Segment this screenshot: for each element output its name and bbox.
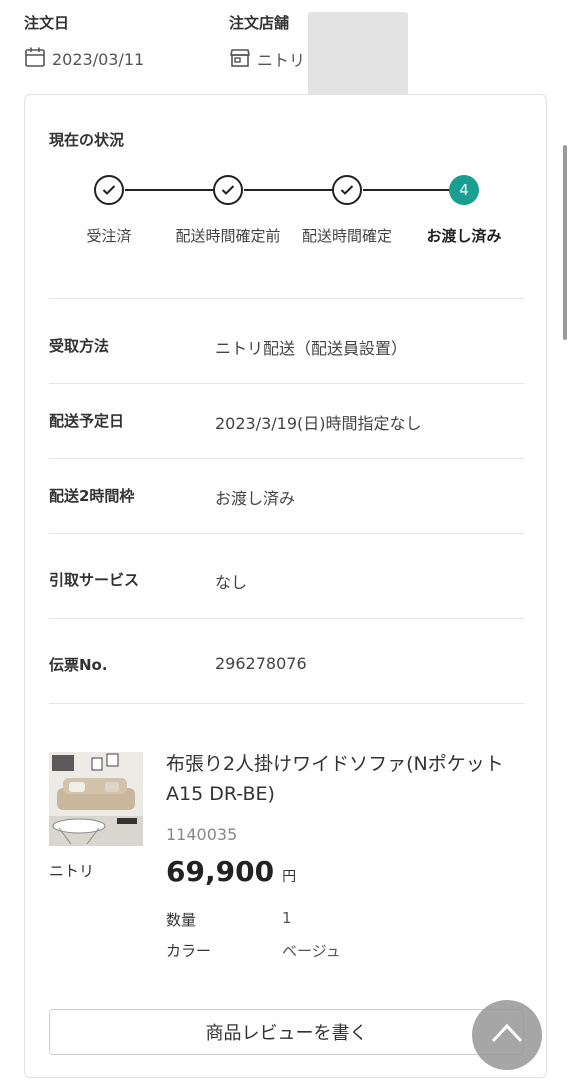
order-date-value: 2023/03/11 [52, 49, 145, 69]
status-stepper: 4 受注済 配送時間確定前 配送時間確定 お渡し済み [25, 173, 548, 273]
receive-method-value: ニトリ配送（配送員設置） [215, 339, 408, 358]
chevron-up-icon [490, 1022, 524, 1048]
divider [49, 533, 524, 534]
order-date: 2023/03/11 [24, 46, 144, 72]
delivery-window-value: お渡し済み [215, 489, 296, 508]
product-code: 1140035 [166, 825, 238, 844]
divider [49, 618, 524, 619]
order-store: ニトリ [229, 46, 305, 72]
pickup-service-label: 引取サービス [49, 571, 140, 589]
order-store-label: 注文店舗 [229, 14, 290, 32]
scrollbar[interactable] [563, 145, 567, 340]
quantity-value: 1 [282, 909, 292, 927]
step-1-check-icon [94, 175, 124, 205]
order-store-value: ニトリ [257, 51, 306, 70]
color-label: カラー [166, 942, 212, 960]
product-name[interactable]: 布張り2人掛けワイドソファ(NポケットA15 DR-BE) [166, 749, 526, 809]
order-date-label: 注文日 [24, 14, 70, 32]
divider [49, 703, 524, 704]
step-label-time-confirmed: 配送時間確定 [301, 227, 392, 245]
delivery-date-label: 配送予定日 [49, 412, 125, 430]
color-value: ベージュ [282, 942, 341, 960]
step-4-number: 4 [449, 175, 479, 205]
store-icon [229, 46, 257, 72]
pickup-service-value: なし [215, 573, 248, 592]
step-label-delivered: お渡し済み [426, 227, 502, 245]
step-connector [363, 189, 453, 191]
product-maker: ニトリ [49, 862, 95, 880]
divider [49, 298, 524, 299]
price-value: 69,900 [166, 855, 275, 888]
receive-method-label: 受取方法 [49, 337, 110, 355]
quantity-label: 数量 [166, 911, 197, 929]
order-detail-card: 現在の状況 4 受注済 配送時間確定前 配送時間確定 お渡し済み 受取方法 ニト… [24, 94, 547, 1078]
slip-number-label: 伝票No. [49, 656, 108, 674]
product-price: 69,900 円 [166, 855, 296, 888]
step-label-ordered: 受注済 [86, 227, 132, 245]
price-unit: 円 [282, 869, 297, 885]
scroll-to-top-button[interactable] [472, 1000, 542, 1070]
divider [49, 458, 524, 459]
write-review-button[interactable]: 商品レビューを書く [49, 1009, 524, 1055]
delivery-date-value: 2023/3/19(日)時間指定なし [215, 414, 422, 433]
status-title: 現在の状況 [49, 131, 125, 149]
step-label-before-time-confirmed: 配送時間確定前 [175, 227, 281, 245]
step-3-check-icon [332, 175, 362, 205]
order-header: 注文日 2023/03/11 注文店舗 ニトリ [0, 0, 572, 111]
step-connector [125, 189, 215, 191]
step-connector [244, 189, 334, 191]
slip-number-value: 296278076 [215, 654, 307, 673]
step-2-check-icon [213, 175, 243, 205]
product-image[interactable] [49, 752, 143, 846]
divider [49, 383, 524, 384]
delivery-window-label: 配送2時間枠 [49, 487, 135, 505]
calendar-icon [24, 46, 52, 72]
